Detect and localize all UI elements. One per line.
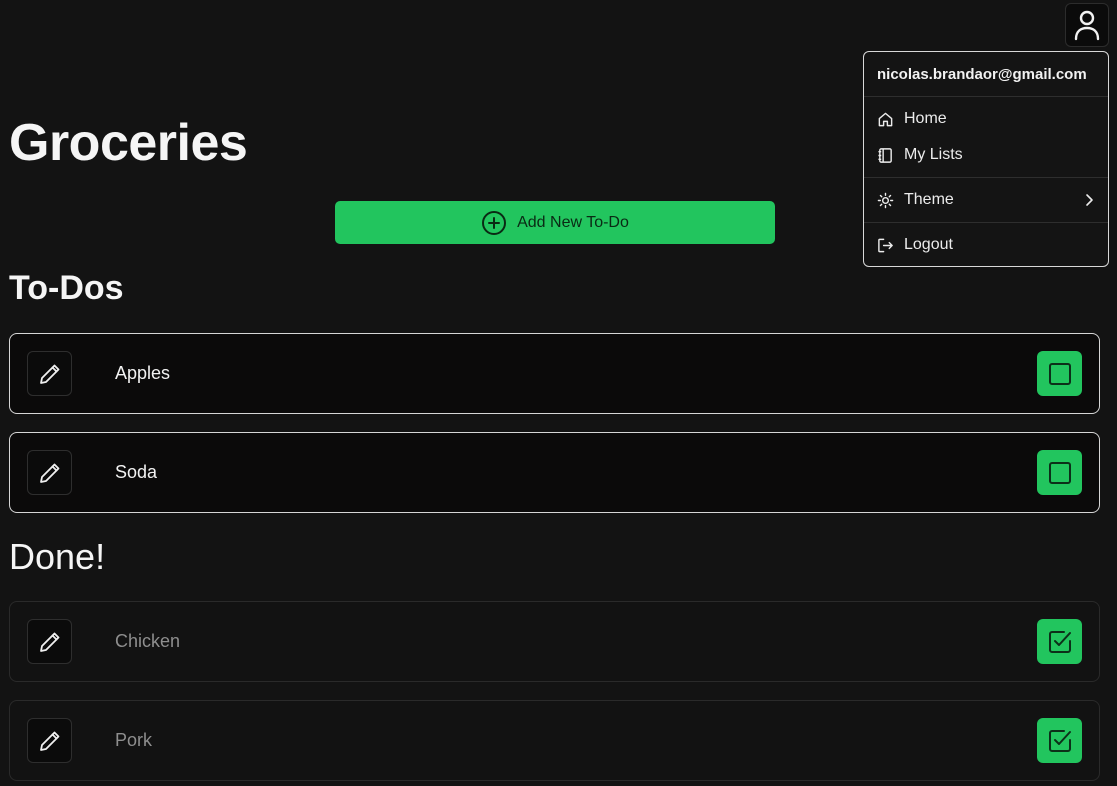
menu-item-label: Logout bbox=[904, 236, 953, 253]
todo-label: Soda bbox=[115, 462, 158, 482]
checkbox-button[interactable] bbox=[1037, 351, 1082, 396]
menu-item-my-lists[interactable]: My Lists bbox=[864, 137, 1108, 173]
done-item: Chicken bbox=[9, 601, 1100, 682]
user-icon bbox=[1074, 10, 1100, 41]
sun-icon bbox=[877, 192, 894, 208]
pencil-icon bbox=[39, 463, 59, 483]
done-heading: Done! bbox=[9, 536, 106, 577]
add-todo-button[interactable]: Add New To-Do bbox=[335, 201, 775, 244]
todo-item: Apples bbox=[9, 333, 1100, 414]
logout-icon bbox=[878, 238, 893, 252]
menu-group-nav: Home My Lists bbox=[864, 97, 1108, 178]
todos-heading: To-Dos bbox=[9, 269, 124, 307]
edit-button[interactable] bbox=[27, 718, 72, 763]
menu-group-theme: Theme bbox=[864, 178, 1108, 223]
empty-checkbox-icon bbox=[1048, 362, 1071, 385]
menu-item-label: My Lists bbox=[904, 146, 963, 163]
todo-item: Soda bbox=[9, 432, 1100, 513]
done-item: Pork bbox=[9, 700, 1100, 781]
checkbox-button[interactable] bbox=[1037, 718, 1082, 763]
checked-checkbox-icon bbox=[1048, 729, 1071, 752]
page-title: Groceries bbox=[9, 114, 248, 172]
add-todo-label: Add New To-Do bbox=[517, 213, 629, 231]
notebook-icon bbox=[878, 147, 892, 163]
checkbox-button[interactable] bbox=[1037, 450, 1082, 495]
pencil-icon bbox=[39, 731, 59, 751]
pencil-icon bbox=[39, 632, 59, 652]
menu-group-account: Logout bbox=[864, 223, 1108, 267]
user-menu-button[interactable] bbox=[1065, 3, 1109, 47]
pencil-icon bbox=[39, 364, 59, 384]
home-icon bbox=[878, 112, 893, 126]
menu-item-label: Home bbox=[904, 110, 947, 127]
menu-item-logout[interactable]: Logout bbox=[864, 227, 1108, 263]
menu-item-label: Theme bbox=[904, 191, 954, 208]
done-label: Chicken bbox=[115, 631, 181, 651]
menu-item-theme[interactable]: Theme bbox=[864, 182, 1108, 218]
checkbox-button[interactable] bbox=[1037, 619, 1082, 664]
checked-checkbox-icon bbox=[1048, 630, 1071, 653]
menu-item-home[interactable]: Home bbox=[864, 101, 1108, 137]
plus-circle-icon bbox=[482, 210, 507, 235]
chevron-right-icon bbox=[1086, 194, 1093, 206]
user-email: nicolas.brandaor@gmail.com bbox=[864, 52, 1108, 97]
todo-label: Apples bbox=[115, 363, 171, 383]
edit-button[interactable] bbox=[27, 619, 72, 664]
edit-button[interactable] bbox=[27, 351, 72, 396]
edit-button[interactable] bbox=[27, 450, 72, 495]
user-dropdown-menu: nicolas.brandaor@gmail.com Home My Lists bbox=[863, 51, 1109, 267]
page: Groceries Add New To-Do To-Dos Apples So… bbox=[0, 0, 1117, 786]
done-label: Pork bbox=[115, 730, 153, 750]
empty-checkbox-icon bbox=[1048, 461, 1071, 484]
